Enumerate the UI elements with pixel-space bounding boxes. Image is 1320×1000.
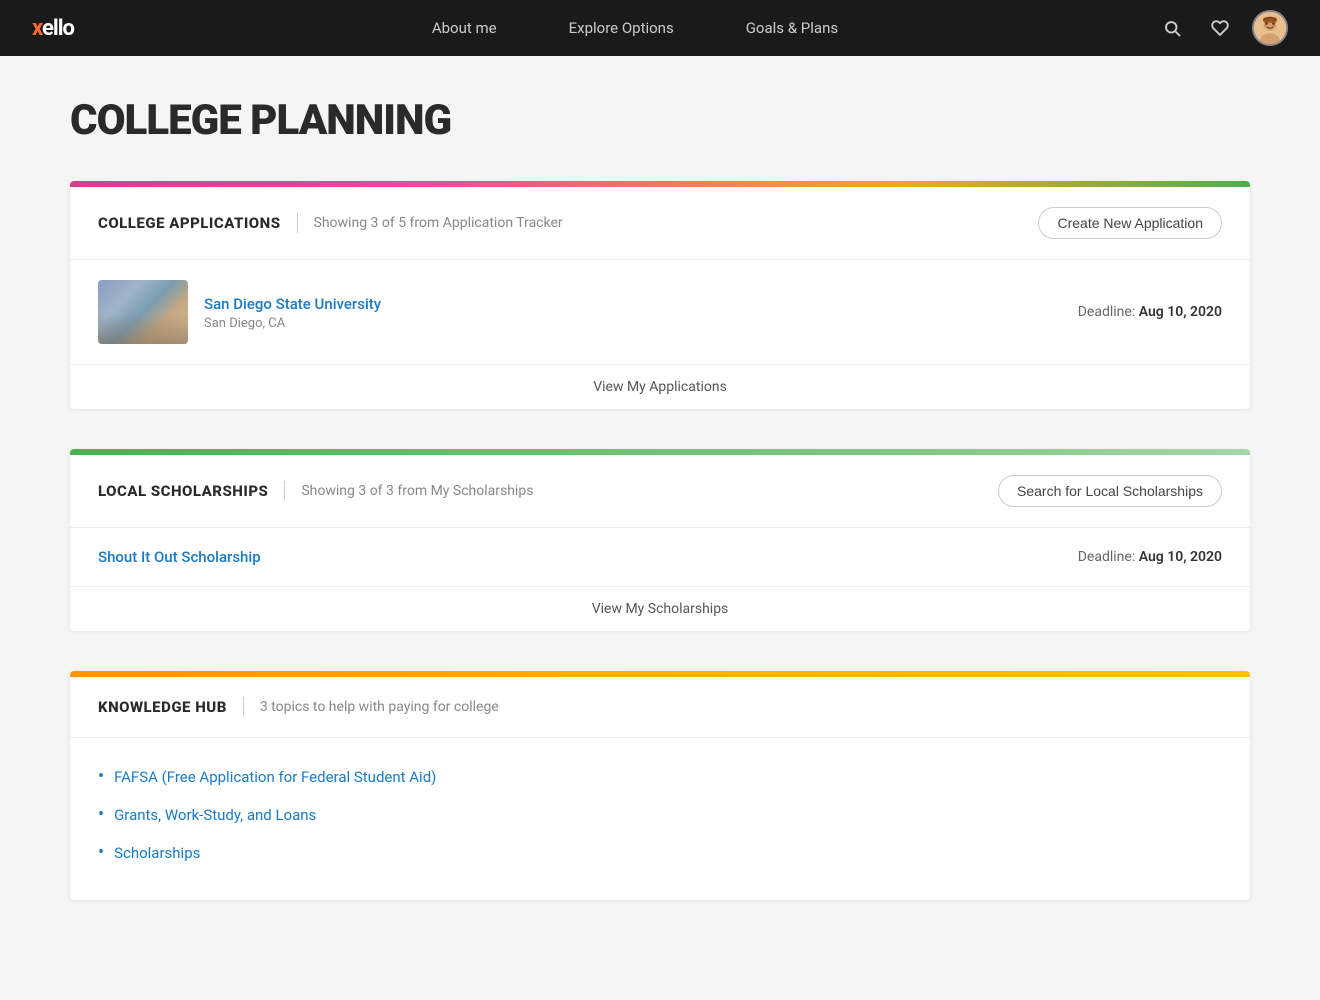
knowledge-header: KNOWLEDGE HUB 3 topics to help with payi…	[70, 677, 1250, 738]
scholarships-header: LOCAL SCHOLARSHIPS Showing 3 of 3 from M…	[70, 455, 1250, 528]
deadline-value: Aug 10, 2020	[1139, 304, 1222, 320]
knowledge-link-fafsa[interactable]: FAFSA (Free Application for Federal Stud…	[114, 768, 436, 786]
applications-header: COLLEGE APPLICATIONS Showing 3 of 5 from…	[70, 187, 1250, 260]
create-application-button[interactable]: Create New Application	[1038, 207, 1222, 239]
nav-explore-options[interactable]: Explore Options	[533, 0, 710, 56]
scholarship-deadline-value: Aug 10, 2020	[1139, 549, 1222, 565]
scholarships-subtitle: Showing 3 of 3 from My Scholarships	[301, 483, 533, 499]
nav-links: About me Explore Options Goals & Plans	[114, 0, 1156, 56]
applications-title: COLLEGE APPLICATIONS	[98, 214, 281, 232]
view-applications-link[interactable]: View My Applications	[593, 379, 727, 395]
knowledge-list: • FAFSA (Free Application for Federal St…	[70, 738, 1250, 900]
header-divider-3	[243, 697, 244, 717]
knowledge-link-grants[interactable]: Grants, Work-Study, and Loans	[114, 806, 316, 824]
view-scholarships-link[interactable]: View My Scholarships	[592, 601, 729, 617]
bullet-icon-2: •	[98, 806, 104, 824]
search-scholarships-button[interactable]: Search for Local Scholarships	[998, 475, 1222, 507]
scholarship-row: Shout It Out Scholarship Deadline: Aug 1…	[70, 528, 1250, 587]
applications-subtitle: Showing 3 of 5 from Application Tracker	[314, 215, 563, 231]
view-scholarships-row: View My Scholarships	[70, 587, 1250, 631]
nav-actions	[1156, 10, 1288, 46]
favorites-icon[interactable]	[1204, 12, 1236, 44]
college-applications-section: COLLEGE APPLICATIONS Showing 3 of 5 from…	[70, 181, 1250, 409]
university-image	[98, 280, 188, 344]
knowledge-link-scholarships[interactable]: Scholarships	[114, 844, 200, 862]
main-content: COLLEGE PLANNING COLLEGE APPLICATIONS Sh…	[30, 56, 1290, 1000]
navigation: xello About me Explore Options Goals & P…	[0, 0, 1320, 56]
university-location: San Diego, CA	[204, 316, 1062, 331]
user-avatar[interactable]	[1252, 10, 1288, 46]
deadline-label: Deadline:	[1078, 304, 1135, 320]
knowledge-item-1: • FAFSA (Free Application for Federal St…	[98, 758, 1222, 796]
local-scholarships-section: LOCAL SCHOLARSHIPS Showing 3 of 3 from M…	[70, 449, 1250, 631]
scholarship-deadline: Deadline: Aug 10, 2020	[1078, 549, 1222, 565]
university-name-link[interactable]: San Diego State University	[204, 295, 381, 313]
header-divider	[297, 213, 298, 233]
knowledge-item-2: • Grants, Work-Study, and Loans	[98, 796, 1222, 834]
search-icon[interactable]	[1156, 12, 1188, 44]
knowledge-item-3: • Scholarships	[98, 834, 1222, 872]
application-row: San Diego State University San Diego, CA…	[70, 260, 1250, 365]
view-applications-row: View My Applications	[70, 365, 1250, 409]
nav-goals-plans[interactable]: Goals & Plans	[710, 0, 874, 56]
knowledge-title: KNOWLEDGE HUB	[98, 698, 227, 716]
knowledge-subtitle: 3 topics to help with paying for college	[260, 699, 499, 715]
application-deadline: Deadline: Aug 10, 2020	[1078, 304, 1222, 320]
bullet-icon-1: •	[98, 768, 104, 786]
scholarship-name-link[interactable]: Shout It Out Scholarship	[98, 548, 261, 566]
knowledge-hub-section: KNOWLEDGE HUB 3 topics to help with payi…	[70, 671, 1250, 900]
header-divider-2	[284, 481, 285, 501]
application-info: San Diego State University San Diego, CA	[204, 294, 1062, 331]
logo[interactable]: xello	[32, 16, 74, 41]
scholarship-deadline-label: Deadline:	[1078, 549, 1135, 565]
scholarships-title: LOCAL SCHOLARSHIPS	[98, 482, 268, 500]
bullet-icon-3: •	[98, 844, 104, 862]
page-title: COLLEGE PLANNING	[70, 96, 1250, 145]
campus-thumbnail	[98, 280, 188, 344]
nav-about-me[interactable]: About me	[396, 0, 533, 56]
